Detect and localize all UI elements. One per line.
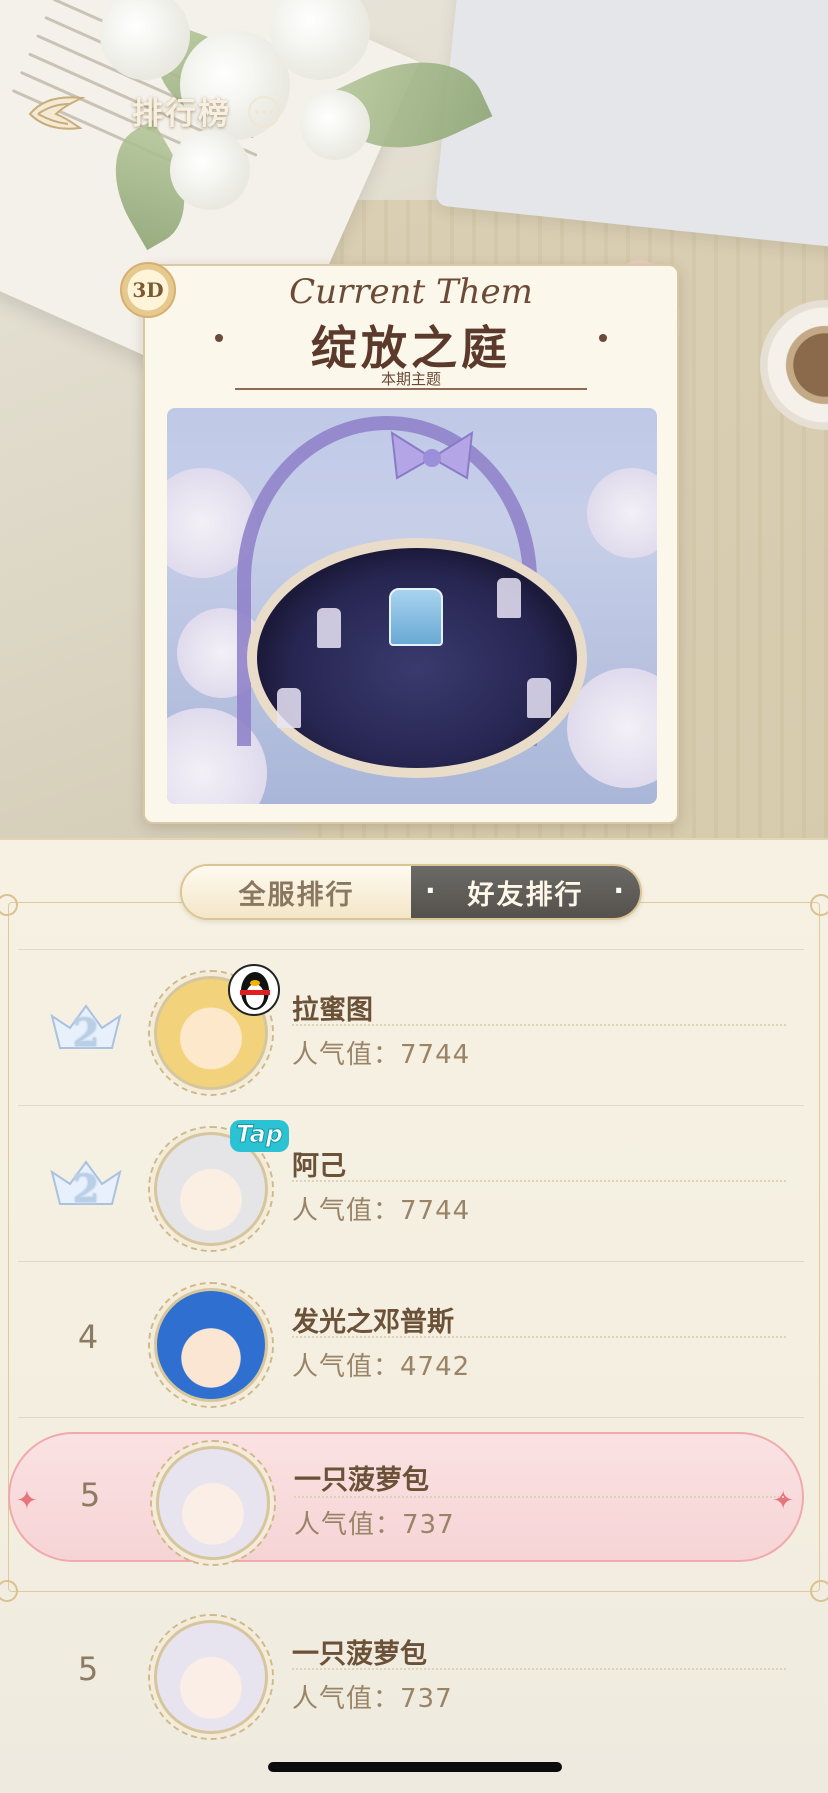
player-name: 一只菠萝包 [294, 1465, 429, 1496]
back-button[interactable] [26, 92, 86, 134]
popularity-score: 人气值：7744 [292, 1040, 471, 1070]
rank-number: 2 [72, 1010, 100, 1055]
list-item[interactable]: 2 拉蜜图 人气值：7744 [8, 950, 804, 1106]
garden-dome [247, 538, 587, 778]
rank-crown: 2 [46, 998, 126, 1058]
theme-card: Current Them 绽放之庭 本期主题 [143, 264, 679, 824]
page-title: 排行榜 [132, 96, 231, 132]
tab-global-ranking[interactable]: 全服排行 [182, 866, 411, 918]
sparkle-icon: ✦ [16, 1486, 38, 1516]
avatar[interactable] [154, 1288, 268, 1402]
popularity-score: 人气值：737 [294, 1510, 455, 1540]
player-name: 一只菠萝包 [292, 1639, 427, 1670]
popularity-score: 人气值：737 [292, 1684, 453, 1714]
ranking-tabs: 全服排行 好友排行 [180, 864, 642, 920]
list-item[interactable]: 5 一只菠萝包 人气值：737 [8, 1594, 804, 1750]
rank-crown: 2 [46, 1154, 126, 1214]
rank-number: 5 [77, 1650, 99, 1688]
player-name: 阿己 [292, 1151, 346, 1182]
avatar[interactable] [154, 1620, 268, 1734]
sparkle-icon: ✦ [772, 1486, 794, 1516]
more-dots-icon [255, 110, 259, 114]
theme-preview-image[interactable] [167, 408, 657, 804]
tab-friends-ranking[interactable]: 好友排行 [411, 866, 640, 918]
wing-back-icon [28, 96, 86, 130]
taptap-badge-icon: Tap [230, 1120, 289, 1152]
qq-penguin-icon [228, 964, 280, 1016]
list-item-self[interactable]: ✦ ✦ 5 一只菠萝包 人气值：737 [8, 1432, 804, 1566]
cake-ornament [389, 588, 443, 646]
theme-subtitle: 本期主题 [380, 370, 441, 388]
popularity-score: 人气值：4742 [292, 1352, 471, 1382]
rank-number: 2 [72, 1166, 100, 1211]
list-item[interactable]: 4 发光之邓普斯 人气值：4742 [8, 1262, 804, 1418]
rank-number: 5 [79, 1476, 101, 1514]
popularity-score: 人气值：7744 [292, 1196, 471, 1226]
ribbon-bow-icon [390, 431, 474, 480]
list-item[interactable]: 2 Tap 阿己 人气值：7744 [8, 1106, 804, 1262]
list-item[interactable] [8, 932, 804, 950]
rank-number: 4 [77, 1318, 99, 1356]
more-button[interactable] [248, 96, 280, 128]
ranking-list[interactable]: 2 拉蜜图 人气值：7744 2 Tap 阿己 人气值：7744 4 发光之邓普… [0, 932, 828, 1792]
avatar[interactable] [156, 1446, 270, 1560]
ornament-divider [235, 388, 587, 390]
3d-view-button[interactable]: 3D [120, 262, 176, 318]
home-indicator[interactable] [268, 1762, 562, 1772]
player-name: 发光之邓普斯 [292, 1307, 454, 1338]
theme-title-en: Current Them [289, 272, 533, 312]
player-name: 拉蜜图 [292, 995, 373, 1026]
ranking-panel: 全服排行 好友排行 2 拉蜜图 人气值：7744 [0, 838, 828, 1793]
